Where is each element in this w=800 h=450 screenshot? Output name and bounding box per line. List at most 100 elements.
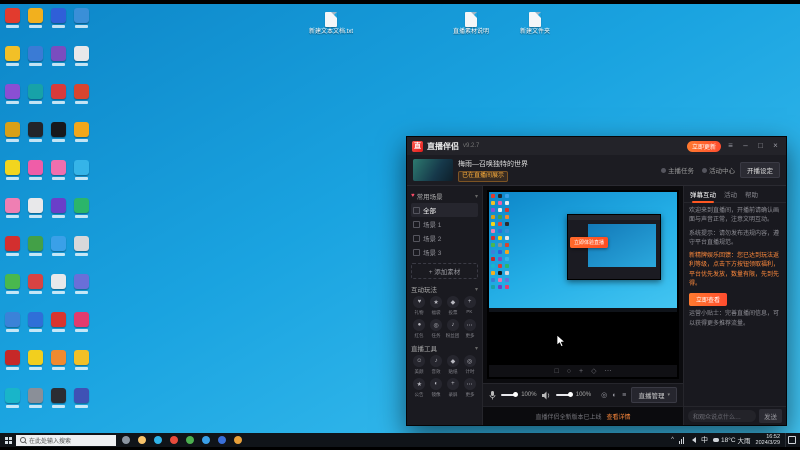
tool-button[interactable]: ◆ 贴纸 xyxy=(445,355,462,375)
tools-section-header[interactable]: 直播工具 ▾ xyxy=(411,343,478,354)
checkbox-icon[interactable] xyxy=(413,248,420,256)
tool-button[interactable]: + PK xyxy=(461,296,478,316)
desktop-app-icon[interactable] xyxy=(4,388,21,425)
send-button[interactable]: 发送 xyxy=(759,409,782,423)
desktop-app-icon[interactable] xyxy=(27,388,44,425)
mirror-icon[interactable]: ◐ xyxy=(612,392,617,399)
preview-tool-icon[interactable]: ⋯ xyxy=(604,367,611,375)
desktop-app-icon[interactable] xyxy=(4,84,21,121)
desktop-app-icon[interactable] xyxy=(4,198,21,235)
desktop-app-icon[interactable] xyxy=(50,236,67,273)
checkbox-icon[interactable] xyxy=(413,206,420,214)
desktop-app-icon[interactable] xyxy=(27,312,44,349)
scene-list-item[interactable]: 场景 2 xyxy=(411,231,478,245)
tool-button[interactable]: + 录屏 xyxy=(445,378,462,398)
desktop-app-icon[interactable] xyxy=(4,236,21,273)
desktop-app-icon[interactable] xyxy=(50,122,67,159)
desktop-app-icon[interactable] xyxy=(4,46,21,83)
chat-input[interactable]: 和观众说点什么… xyxy=(688,410,756,422)
taskbar-edge-icon[interactable] xyxy=(152,434,164,447)
speaker-volume-slider[interactable] xyxy=(555,392,573,397)
scenes-section-header[interactable]: ♥ 常用场景 ▾ xyxy=(411,191,478,201)
noise-reduction-icon[interactable]: ◎ xyxy=(601,391,607,399)
add-source-button[interactable]: + 添加素材 xyxy=(411,263,478,279)
panel-tab[interactable]: 弹幕互动 xyxy=(690,189,716,203)
preview-tool-icon[interactable]: ○ xyxy=(567,368,571,375)
desktop-app-icon[interactable] xyxy=(73,8,90,45)
live-manage-button[interactable]: 直播管理 ▾ xyxy=(631,387,677,403)
panel-tab[interactable]: 活动 xyxy=(724,189,737,199)
taskbar-chrome-icon[interactable] xyxy=(168,434,180,447)
tool-button[interactable]: ◎ 计时 xyxy=(461,355,478,375)
desktop-app-icon[interactable] xyxy=(73,236,90,273)
tool-button[interactable]: ◎ 任务 xyxy=(428,319,445,339)
checkbox-icon[interactable] xyxy=(413,234,420,242)
tool-button[interactable]: ⋯ 更多 xyxy=(461,319,478,339)
desktop-app-icon[interactable] xyxy=(27,8,44,45)
desktop-app-icon[interactable] xyxy=(27,350,44,387)
desktop-app-icon[interactable] xyxy=(73,198,90,235)
desktop-app-icon[interactable] xyxy=(4,8,21,45)
scene-list-item[interactable]: 场景 3 xyxy=(411,245,478,259)
ime-indicator[interactable]: 中 xyxy=(701,435,708,445)
desktop-app-icon[interactable] xyxy=(50,160,67,197)
taskbar-wechat-icon[interactable] xyxy=(184,434,196,447)
desktop-app-icon[interactable] xyxy=(73,160,90,197)
taskbar-qq-icon[interactable] xyxy=(200,434,212,447)
desktop-app-icon[interactable] xyxy=(73,388,90,425)
taskbar-game-icon[interactable] xyxy=(232,434,244,447)
desktop-app-icon[interactable] xyxy=(50,350,67,387)
stream-preview[interactable]: 立即体验直播 □ ○ + ◇ ⋯ xyxy=(487,190,679,379)
desktop-app-icon[interactable] xyxy=(27,274,44,311)
weather-widget[interactable]: 18°C 大雨 xyxy=(713,435,751,445)
desktop-app-icon[interactable] xyxy=(50,46,67,83)
tool-button[interactable]: ◆ 投票 xyxy=(445,296,462,316)
preview-cta-button[interactable]: 立即体验直播 xyxy=(570,237,609,248)
action-center-button[interactable] xyxy=(785,433,798,447)
game-thumbnail[interactable] xyxy=(413,159,453,181)
tool-button[interactable]: ★ 公告 xyxy=(411,378,428,398)
tray-expand-icon[interactable]: ^ xyxy=(671,437,674,443)
window-titlebar[interactable]: 直 直播伴侣 v9.2.7 立即更新 ≡ – □ × xyxy=(407,137,786,155)
footer-link[interactable]: 查看详情 xyxy=(607,412,631,421)
desktop-app-icon[interactable] xyxy=(50,274,67,311)
checkbox-icon[interactable] xyxy=(413,220,420,228)
desktop-file-icon[interactable]: 新建文本文档.txt xyxy=(308,12,354,36)
desktop-app-icon[interactable] xyxy=(50,8,67,45)
header-stat[interactable]: 主播任务 xyxy=(661,165,694,175)
desktop-app-icon[interactable] xyxy=(73,312,90,349)
taskbar-explorer-icon[interactable] xyxy=(136,434,148,447)
mic-volume-slider[interactable] xyxy=(501,392,519,397)
desktop-app-icon[interactable] xyxy=(73,122,90,159)
maximize-button[interactable]: □ xyxy=(755,137,766,155)
update-badge[interactable]: 立即更新 xyxy=(686,140,721,152)
tool-button[interactable]: ♪ 音效 xyxy=(428,355,445,375)
interact-section-header[interactable]: 互动玩法 ▾ xyxy=(411,284,478,295)
desktop-app-icon[interactable] xyxy=(4,274,21,311)
taskbar-clock[interactable]: 16:52 2024/3/29 xyxy=(756,434,780,446)
panel-tab[interactable]: 帮助 xyxy=(745,189,758,199)
header-stat[interactable]: 活动中心 xyxy=(702,165,735,175)
preview-tool-icon[interactable]: + xyxy=(579,368,583,375)
desktop-app-icon[interactable] xyxy=(4,122,21,159)
tool-button[interactable]: ⋯ 更多 xyxy=(461,378,478,398)
desktop-app-icon[interactable] xyxy=(50,198,67,235)
network-icon[interactable] xyxy=(679,436,684,444)
taskbar-search[interactable]: 在此处输入搜索 xyxy=(16,434,116,446)
desktop-app-icon[interactable] xyxy=(4,160,21,197)
speaker-icon[interactable] xyxy=(541,391,551,400)
desktop-app-icon[interactable] xyxy=(27,198,44,235)
scene-list-item[interactable]: 场景 1 xyxy=(411,217,478,231)
desktop-app-icon[interactable] xyxy=(73,46,90,83)
taskbar-store-icon[interactable] xyxy=(216,434,228,447)
desktop-app-icon[interactable] xyxy=(27,160,44,197)
desktop-app-icon[interactable] xyxy=(27,236,44,273)
tool-button[interactable]: ☺ 美颜 xyxy=(411,355,428,375)
desktop-app-icon[interactable] xyxy=(4,350,21,387)
tool-button[interactable]: ♥ 礼物 xyxy=(411,296,428,316)
desktop-app-icon[interactable] xyxy=(27,84,44,121)
tool-button[interactable]: ● 红包 xyxy=(411,319,428,339)
taskbar-task-view-icon[interactable] xyxy=(120,434,132,447)
tool-button[interactable]: ♪ 粉丝团 xyxy=(445,319,462,339)
desktop-app-icon[interactable] xyxy=(73,274,90,311)
